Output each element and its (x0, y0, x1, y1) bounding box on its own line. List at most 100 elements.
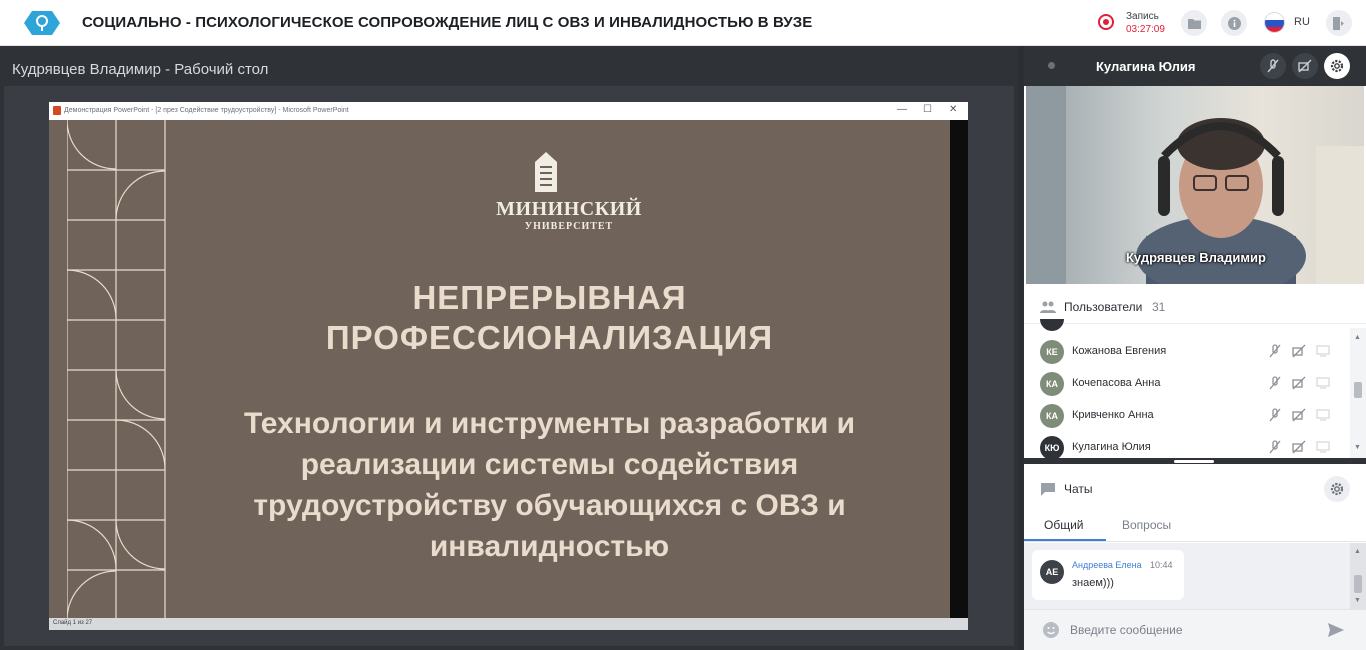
info-button[interactable] (1221, 10, 1247, 36)
chat-tabs: Общий Вопросы (1024, 508, 1366, 542)
minimize-icon[interactable]: — (897, 104, 907, 115)
webcam-user-name: Кудрявцев Владимир (1126, 250, 1266, 265)
message-input[interactable] (1070, 618, 1320, 642)
ppt-status-bar: Слайд 1 из 27 (49, 618, 968, 630)
emoji-icon[interactable] (1042, 621, 1060, 639)
scroll-thumb[interactable] (1354, 575, 1362, 593)
chat-messages: АЕ Андреева Елена 10:44 знаем))) (1024, 543, 1366, 609)
camera-off-button[interactable] (1292, 53, 1318, 79)
slide-pattern-decoration (67, 120, 166, 618)
status-dot-icon (1048, 62, 1055, 69)
record-time: 03:27:09 (1126, 24, 1165, 35)
send-icon[interactable] (1328, 622, 1344, 638)
app-logo-icon (24, 11, 60, 35)
powerpoint-window: Демонстрация PowerPoint - [2 през Содейс… (49, 102, 968, 630)
mute-mic-button[interactable] (1260, 53, 1286, 79)
video-speaker-name: Кулагина Юлия (1096, 59, 1196, 74)
folder-icon (1187, 18, 1201, 29)
language-flag-icon[interactable] (1264, 12, 1285, 33)
users-icon (1040, 301, 1056, 313)
ppt-window-title: Демонстрация PowerPoint - [2 през Содейс… (64, 107, 349, 114)
user-name: Кочепасова Анна (1072, 377, 1161, 389)
close-icon[interactable]: ✕ (949, 104, 957, 115)
avatar: КЕ (1040, 340, 1064, 364)
list-item[interactable]: КЕ Кожанова Евгения (1024, 336, 1350, 368)
screen-share-icon[interactable] (1316, 408, 1330, 422)
gear-icon (1330, 59, 1344, 73)
list-item[interactable]: КА Кочепасова Анна (1024, 368, 1350, 400)
desktop-title: Кудрявцев Владимир - Рабочий стол (12, 61, 269, 78)
ppt-scrollbar[interactable] (950, 120, 968, 618)
language-selector[interactable]: RU (1294, 16, 1310, 28)
slide: МИНИНСКИЙ УНИВЕРСИТЕТ НЕПРЕРЫВНАЯ ПРОФЕС… (49, 120, 950, 618)
record-label: Запись (1126, 11, 1159, 22)
camera-off-icon[interactable] (1292, 408, 1306, 422)
scroll-up-icon[interactable]: ▲ (1354, 548, 1361, 555)
avatar (1040, 319, 1064, 331)
list-item[interactable]: КА Кривченко Анна (1024, 400, 1350, 432)
chat-message: АЕ Андреева Елена 10:44 знаем))) (1032, 550, 1184, 600)
info-icon (1227, 16, 1241, 30)
university-name: МИНИНСКИЙ (496, 198, 642, 220)
university-logo-icon (535, 152, 557, 192)
top-bar: СОЦИАЛЬНО - ПСИХОЛОГИЧЕСКОЕ СОПРОВОЖДЕНИ… (0, 0, 1366, 46)
screen-share-icon[interactable] (1316, 440, 1330, 454)
record-indicator-icon[interactable] (1098, 14, 1114, 30)
chat-scrollbar[interactable]: ▲ ▼ (1350, 543, 1366, 609)
video-header: Кулагина Юлия (1024, 46, 1366, 86)
powerpoint-icon (53, 106, 61, 115)
page-title: СОЦИАЛЬНО - ПСИХОЛОГИЧЕСКОЕ СОПРОВОЖДЕНИ… (82, 14, 813, 31)
avatar: КА (1040, 372, 1064, 396)
scroll-down-icon[interactable]: ▼ (1354, 597, 1361, 604)
tab-general[interactable]: Общий (1044, 518, 1084, 532)
scroll-up-icon[interactable]: ▲ (1354, 334, 1361, 341)
message-time: 10:44 (1150, 560, 1173, 570)
scroll-down-icon[interactable]: ▼ (1354, 444, 1361, 451)
camera-off-icon[interactable] (1292, 344, 1306, 358)
slide-subheading: Технологии и инструменты разработки и ре… (243, 407, 856, 563)
exit-button[interactable] (1326, 10, 1352, 36)
tab-questions[interactable]: Вопросы (1122, 518, 1171, 532)
users-scrollbar[interactable]: ▲ ▼ (1350, 328, 1366, 458)
screen-share-icon[interactable] (1316, 376, 1330, 390)
users-count: 31 (1152, 300, 1166, 314)
users-label: Пользователи (1064, 300, 1143, 314)
chats-header: Чаты (1024, 471, 1366, 507)
avatar: КЮ (1040, 436, 1064, 460)
exit-icon (1332, 16, 1344, 30)
mic-off-icon[interactable] (1268, 440, 1282, 454)
list-item (1024, 319, 1350, 331)
slide-heading: НЕПРЕРЫВНАЯ ПРОФЕССИОНАЛИЗАЦИЯ (325, 279, 774, 356)
mic-off-icon[interactable] (1268, 408, 1282, 422)
mic-off-icon[interactable] (1268, 376, 1282, 390)
user-name: Кривченко Анна (1072, 409, 1154, 421)
ppt-slide-counter: Слайд 1 из 27 (53, 620, 93, 626)
message-text: знаем))) (1072, 577, 1114, 589)
chat-icon (1041, 483, 1055, 496)
video-settings-button[interactable] (1324, 53, 1350, 79)
active-tab-indicator (1024, 539, 1106, 541)
user-name: Кожанова Евгения (1072, 345, 1167, 357)
avatar: КА (1040, 404, 1064, 428)
chat-input-bar (1024, 609, 1366, 650)
sidebar: Кулагина Юлия Кудрявцев Владимир Пользов… (1024, 46, 1366, 650)
mic-off-icon (1267, 59, 1279, 73)
camera-off-icon[interactable] (1292, 376, 1306, 390)
ppt-title-bar: Демонстрация PowerPoint - [2 през Содейс… (49, 102, 968, 120)
screen-share-icon[interactable] (1316, 344, 1330, 358)
folder-button[interactable] (1181, 10, 1207, 36)
webcam-video: Кудрявцев Владимир (1026, 86, 1364, 284)
gear-icon (1330, 482, 1344, 496)
university-subtitle: УНИВЕРСИТЕТ (524, 221, 614, 232)
scroll-thumb[interactable] (1354, 382, 1362, 398)
message-author[interactable]: Андреева Елена (1072, 560, 1142, 570)
camera-off-icon (1298, 59, 1312, 73)
avatar: АЕ (1040, 560, 1064, 584)
user-name: Кулагина Юлия (1072, 441, 1151, 453)
resize-handle[interactable] (1174, 460, 1214, 463)
mic-off-icon[interactable] (1268, 344, 1282, 358)
chats-label: Чаты (1064, 482, 1093, 496)
chat-settings-button[interactable] (1324, 476, 1350, 502)
camera-off-icon[interactable] (1292, 440, 1306, 454)
maximize-icon[interactable]: ☐ (923, 104, 932, 115)
